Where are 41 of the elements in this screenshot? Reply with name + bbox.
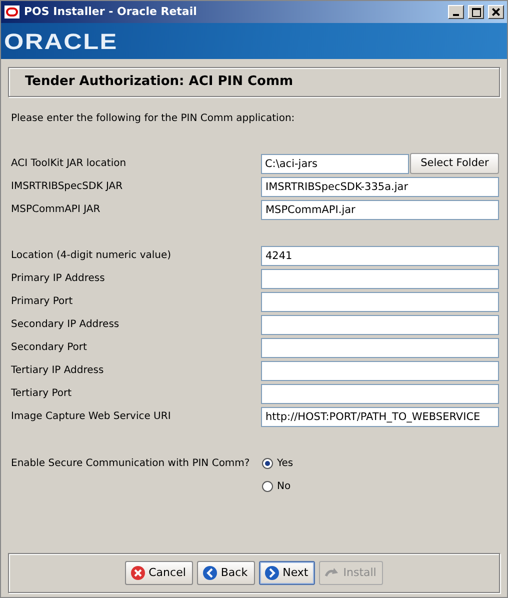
minimize-icon <box>453 14 459 16</box>
radio-option[interactable]: Yes <box>262 456 294 471</box>
input-field[interactable]: IMSRTRIBSpecSDK-335a.jar <box>261 176 499 196</box>
minimize-button[interactable] <box>448 5 464 19</box>
close-button[interactable] <box>488 5 504 19</box>
input-field[interactable] <box>261 268 499 288</box>
field-label: MSPCommAPI JAR <box>11 203 102 217</box>
maximize-button[interactable] <box>468 5 484 19</box>
input-field[interactable] <box>261 314 499 334</box>
input-field[interactable] <box>261 384 499 404</box>
input-field[interactable]: MSPCommAPI.jar <box>261 200 499 220</box>
instruction-text: Please enter the following for the PIN Comm application: <box>11 112 296 126</box>
field-label: ACI ToolKit JAR location <box>11 157 128 171</box>
cancel-icon <box>130 565 146 581</box>
close-icon <box>492 8 500 16</box>
page-heading: Tender Authorization: ACI PIN Comm <box>25 73 294 92</box>
radio-option[interactable]: No <box>262 479 291 494</box>
field-label: Secondary IP Address <box>11 318 120 332</box>
field-label: Tertiary IP Address <box>11 364 105 378</box>
next-button[interactable]: Next <box>258 561 316 585</box>
input-field[interactable]: 4241 <box>261 246 499 266</box>
input-field[interactable] <box>261 338 499 358</box>
field-label: Location (4-digit numeric value) <box>11 249 172 263</box>
field-label: Secondary Port <box>11 341 88 355</box>
field-label: Tertiary Port <box>11 387 73 401</box>
input-field[interactable] <box>261 360 499 380</box>
field-label: Primary Port <box>11 295 74 309</box>
app-icon <box>4 5 20 19</box>
select-folder-button[interactable]: Select Folder <box>410 153 499 174</box>
window-title: POS Installer - Oracle Retail <box>24 4 198 20</box>
field-label: IMSRTRIBSpecSDK JAR <box>11 180 124 194</box>
input-field[interactable] <box>261 292 499 312</box>
input-field[interactable]: http://HOST:PORT/PATH_TO_WEBSERVICE <box>261 406 499 426</box>
field-label: Image Capture Web Service URI <box>11 410 172 424</box>
field-label: Primary IP Address <box>11 272 106 286</box>
maximize-icon <box>472 8 480 16</box>
logo: ORACLE <box>4 28 118 56</box>
question-label: Enable Secure Communication with PIN Comm? <box>11 457 251 471</box>
input-field[interactable]: C:\aci-jars <box>260 154 410 174</box>
cancel-button[interactable]: Cancel <box>124 561 193 585</box>
back-button[interactable]: Back <box>196 561 255 585</box>
